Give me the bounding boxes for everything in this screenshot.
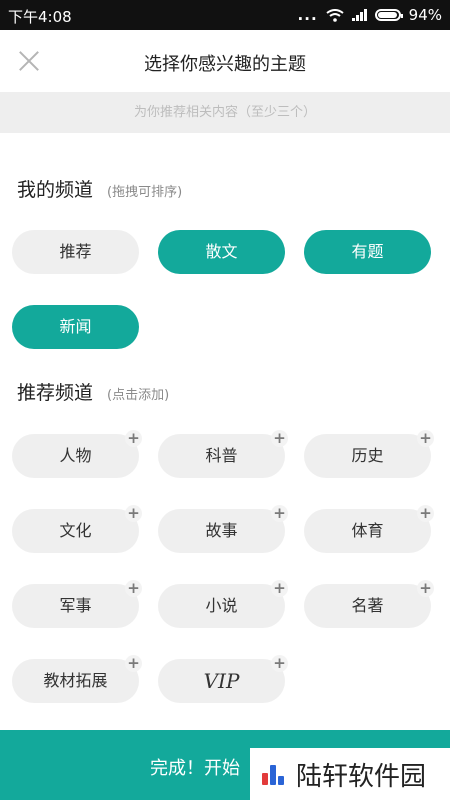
- chip-label: 小说: [205, 596, 238, 615]
- my-channels-title: 我的频道: [17, 179, 94, 201]
- recommended-chip[interactable]: 军事 +: [12, 580, 142, 628]
- recommended-chip[interactable]: 文化 +: [12, 505, 142, 553]
- add-icon: +: [125, 580, 142, 597]
- add-icon: +: [417, 430, 434, 447]
- add-icon: +: [271, 505, 288, 522]
- chip-label: 历史: [351, 446, 384, 465]
- my-channel-chip[interactable]: 有题: [304, 230, 431, 274]
- signal-icon: [351, 9, 367, 21]
- add-icon: +: [125, 430, 142, 447]
- add-icon: +: [417, 505, 434, 522]
- recommended-chip[interactable]: 名著 +: [304, 580, 434, 628]
- watermark-logo-icon: [260, 761, 286, 787]
- chip-label: 文化: [59, 521, 92, 540]
- recommended-chip[interactable]: 小说 +: [158, 580, 288, 628]
- recommended-chip-vip[interactable]: VIP +: [158, 655, 288, 703]
- my-channel-chip[interactable]: 推荐: [12, 230, 139, 274]
- add-icon: +: [417, 580, 434, 597]
- status-time: 下午4:08: [8, 8, 72, 26]
- chip-label: 故事: [205, 521, 238, 540]
- recommended-chip[interactable]: 科普 +: [158, 430, 288, 478]
- battery-percent: 94%: [408, 6, 442, 24]
- chip-label: 科普: [205, 446, 238, 465]
- battery-icon: [374, 9, 403, 21]
- add-icon: +: [271, 580, 288, 597]
- recommended-chip[interactable]: 历史 +: [304, 430, 434, 478]
- watermark-text: 陆轩软件园: [296, 761, 427, 792]
- recommended-heading: 推荐频道 (点击添加): [17, 378, 169, 405]
- recommended-title: 推荐频道: [17, 382, 94, 404]
- chip-label: 人物: [59, 446, 92, 465]
- add-icon: +: [271, 655, 288, 672]
- my-channels-heading: 我的频道 (拖拽可排序): [17, 175, 182, 202]
- more-dots-icon: ...: [297, 6, 318, 24]
- subtitle-banner: 为你推荐相关内容（至少三个）: [0, 92, 450, 133]
- status-bar: 下午4:08 ... 94%: [0, 0, 450, 30]
- chip-label: 军事: [59, 596, 92, 615]
- recommended-chip[interactable]: 教材拓展 +: [12, 655, 142, 703]
- recommended-hint: (点击添加): [107, 388, 170, 403]
- recommended-chip[interactable]: 体育 +: [304, 505, 434, 553]
- status-icons: ... 94%: [298, 6, 442, 24]
- recommended-chip[interactable]: 人物 +: [12, 430, 142, 478]
- chip-label: 体育: [351, 521, 384, 540]
- page-title: 选择你感兴趣的主题: [144, 54, 306, 75]
- my-channel-chip[interactable]: 散文: [158, 230, 285, 274]
- confirm-button-label: 完成！开始: [150, 758, 240, 779]
- wifi-icon: [326, 8, 344, 22]
- my-channel-chip[interactable]: 新闻: [12, 305, 139, 349]
- header: 选择你感兴趣的主题: [0, 30, 450, 92]
- vip-badge: VIP: [203, 669, 240, 693]
- add-icon: +: [125, 655, 142, 672]
- my-channels-hint: (拖拽可排序): [107, 185, 183, 200]
- watermark: 陆轩软件园: [250, 748, 450, 800]
- chip-label: 名著: [351, 596, 384, 615]
- add-icon: +: [125, 505, 142, 522]
- add-icon: +: [271, 430, 288, 447]
- chip-label: 教材拓展: [43, 671, 108, 690]
- recommended-chip[interactable]: 故事 +: [158, 505, 288, 553]
